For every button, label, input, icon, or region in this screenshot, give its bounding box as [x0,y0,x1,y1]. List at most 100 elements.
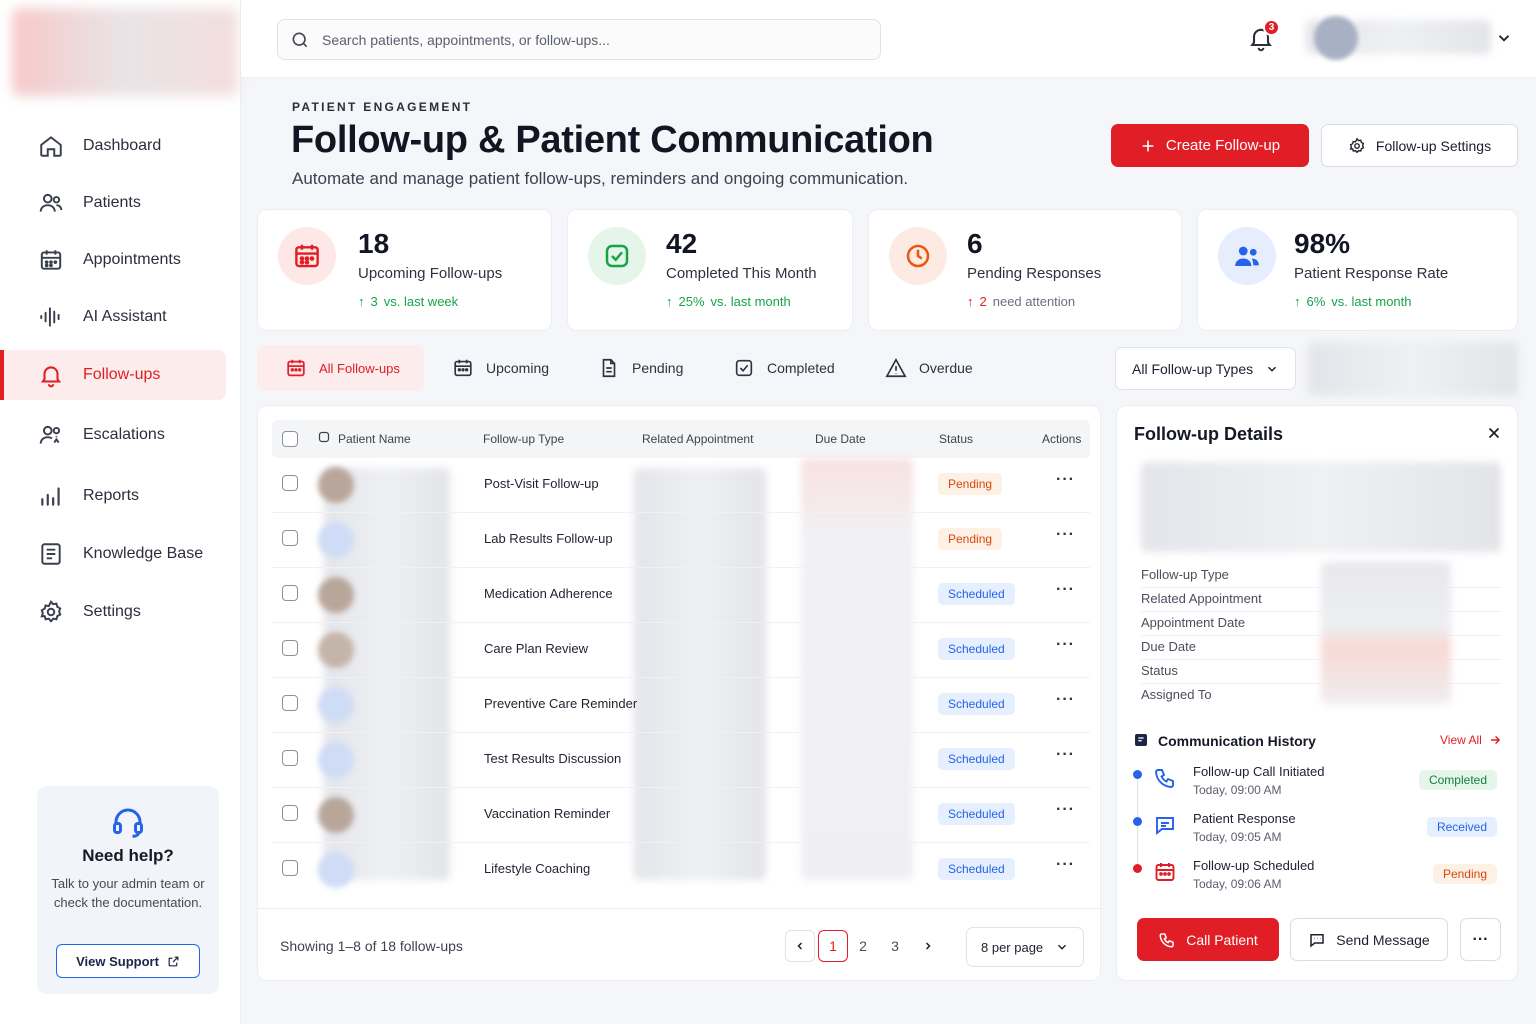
timeline-dot [1133,817,1142,826]
row-checkbox[interactable] [282,750,298,766]
app-logo-blurred [12,8,238,96]
stat-card-pending: 6 Pending Responses ↑ 2 need attention [868,209,1182,331]
row-checkbox[interactable] [282,860,298,876]
sidebar-item-follow-ups[interactable]: Follow-ups [0,350,226,400]
chevron-down-icon[interactable] [1495,29,1513,47]
message-icon [1153,813,1177,837]
sidebar-item-dashboard[interactable]: Dashboard [0,121,226,171]
sidebar-item-reports[interactable]: Reports [0,471,226,521]
view-support-button[interactable]: View Support [56,944,200,978]
row-checkbox[interactable] [282,530,298,546]
gear-icon [38,599,64,625]
table-row[interactable]: Preventive Care Reminder Scheduled ··· [272,678,1090,733]
prev-page-button[interactable] [785,930,815,962]
sidebar-item-patients[interactable]: Patients [0,178,226,228]
row-actions-menu[interactable]: ··· [1056,526,1075,544]
timeline-dot [1133,770,1142,779]
create-follow-up-button[interactable]: Create Follow-up [1111,124,1309,167]
search-input[interactable] [322,31,842,48]
phone-icon [1158,931,1176,949]
event-title: Follow-up Call Initiated [1193,764,1325,779]
event-time: Today, 09:06 AM [1193,877,1282,891]
document-icon [598,357,620,379]
sidebar-item-escalations[interactable]: Escalations [0,410,226,460]
row-actions-menu[interactable]: ··· [1056,581,1075,599]
sidebar-item-appointments[interactable]: Appointments [0,235,226,285]
table-row[interactable]: Test Results Discussion Scheduled ··· [272,733,1090,788]
next-page-button[interactable] [913,930,943,962]
user-profile[interactable] [1306,14,1491,62]
row-actions-menu[interactable]: ··· [1056,801,1075,819]
user-alert-icon [38,422,64,448]
table-row[interactable]: Care Plan Review Scheduled ··· [272,623,1090,678]
page-button[interactable]: 1 [818,930,848,962]
follow-up-settings-button[interactable]: Follow-up Settings [1321,124,1518,167]
follow-up-settings-label: Follow-up Settings [1375,137,1492,154]
per-page-select[interactable]: 8 per page [966,927,1084,967]
sidebar-item-knowledge-base[interactable]: Knowledge Base [0,529,226,579]
page-button[interactable]: 3 [880,930,910,962]
avatar [318,577,354,613]
sort-icon [318,431,330,443]
stat-trend: ↑ 6% vs. last month [1294,294,1412,309]
follow-up-details-panel: Follow-up Details Follow-up Type Related… [1116,405,1518,981]
tab-label: Upcoming [486,360,550,376]
column-header[interactable]: Follow-up Type [483,432,564,446]
column-header[interactable]: Due Date [815,432,866,446]
select-all-checkbox[interactable] [282,431,298,447]
table-row[interactable]: Lab Results Follow-up Pending ··· [272,513,1090,568]
pagination-summary: Showing 1–8 of 18 follow-ups [280,938,463,954]
follow-up-type-select[interactable]: All Follow-up Types [1115,347,1296,390]
avatar [318,687,354,723]
column-header[interactable]: Patient Name [338,432,411,446]
close-icon[interactable] [1485,424,1503,442]
row-actions-menu[interactable]: ··· [1056,691,1075,709]
follow-up-type: Post-Visit Follow-up [484,476,599,491]
secondary-filter-blurred[interactable] [1308,342,1518,396]
column-header[interactable]: Related Appointment [642,432,753,446]
plus-icon [1140,138,1156,154]
call-patient-button[interactable]: Call Patient [1137,918,1279,961]
follow-up-type: Vaccination Reminder [484,806,611,821]
stat-label: Upcoming Follow-ups [358,265,503,282]
row-actions-menu[interactable]: ··· [1056,746,1075,764]
column-header[interactable]: Status [939,432,973,446]
view-all-link[interactable]: View All [1440,733,1502,747]
table-header: Patient Name Follow-up Type Related Appo… [272,420,1090,458]
sidebar-item-ai-assistant[interactable]: AI Assistant [0,292,226,342]
row-checkbox[interactable] [282,585,298,601]
stat-note: vs. last month [710,294,791,309]
send-message-button[interactable]: Send Message [1290,918,1448,961]
row-checkbox[interactable] [282,805,298,821]
details-title: Follow-up Details [1134,424,1284,444]
document-icon [38,541,64,567]
detail-values-blurred [1321,562,1451,704]
sidebar-item-settings[interactable]: Settings [0,587,226,637]
row-checkbox[interactable] [282,640,298,656]
avatar [318,852,354,888]
page-button[interactable]: 2 [848,930,878,962]
table-row[interactable]: Medication Adherence Scheduled ··· [272,568,1090,623]
tab-all-follow-ups[interactable]: All Follow-ups [257,345,424,391]
row-checkbox[interactable] [282,475,298,491]
more-options-button[interactable]: ··· [1460,918,1501,961]
stat-label: Completed This Month [666,265,817,282]
history-event: Patient Response Today, 09:05 AM Receive… [1133,811,1505,855]
table-row[interactable]: Lifestyle Coaching Scheduled ··· [272,843,1090,898]
row-actions-menu[interactable]: ··· [1056,471,1075,489]
tab-pending[interactable]: Pending [570,345,705,391]
status-badge: Pending [938,528,1003,550]
row-checkbox[interactable] [282,695,298,711]
help-text: Talk to your admin team or check the doc… [51,876,205,910]
table-row[interactable]: Vaccination Reminder Scheduled ··· [272,788,1090,843]
avatar [318,742,354,778]
tab-upcoming[interactable]: Upcoming [424,345,570,391]
row-actions-menu[interactable]: ··· [1056,856,1075,874]
row-actions-menu[interactable]: ··· [1056,636,1075,654]
stat-note: vs. last week [383,294,459,309]
tab-overdue[interactable]: Overdue [857,345,997,391]
sidebar-item-label: Follow-ups [83,366,161,383]
table-row[interactable]: Post-Visit Follow-up Pending ··· [272,458,1090,513]
tab-completed[interactable]: Completed [705,345,860,391]
sidebar-item-label: Appointments [83,251,181,268]
